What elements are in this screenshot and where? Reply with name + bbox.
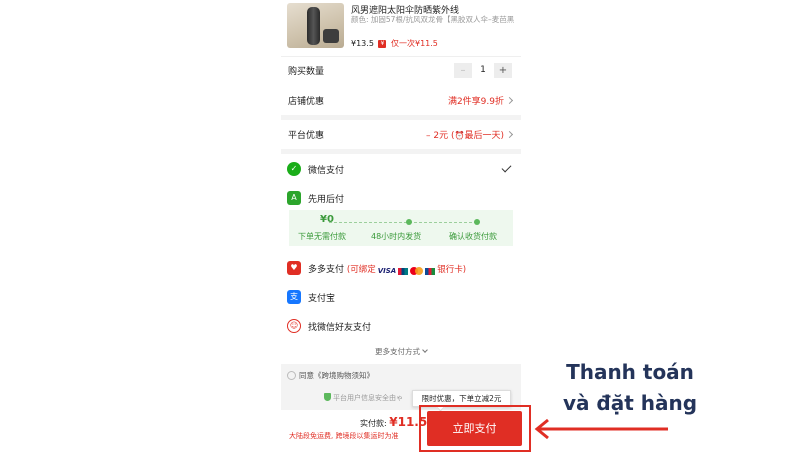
shipping-note: 大陆段免运费, 跨境段以集运时为准 — [289, 432, 399, 440]
pay-later-icon: A — [287, 191, 301, 205]
alipay-icon: 支 — [287, 290, 301, 304]
section-gap — [281, 149, 521, 154]
wechat-pay-icon: ✓ — [287, 162, 301, 176]
pay-later-amount: ¥0 — [320, 214, 334, 225]
chevron-right-icon — [505, 96, 514, 105]
card-brands: VISA — [377, 267, 436, 275]
platform-discount-value: – 2元 (⏰最后一天) — [426, 128, 514, 141]
security-note: 平台用户信息安全由ゃ — [324, 393, 403, 403]
umbrella-image — [307, 7, 320, 45]
bank-card-hint: 银行卡) — [437, 265, 467, 275]
unionpay-icon — [398, 267, 409, 275]
payment-option-label: 先用后付 — [308, 195, 345, 205]
visa-icon: VISA — [377, 267, 397, 275]
store-discount-text: 满2件享9.9折 — [447, 97, 504, 107]
payment-option-alipay[interactable]: 支 支付宝 — [281, 283, 521, 311]
umbrella-case-image — [323, 29, 339, 43]
platform-discount-row[interactable]: 平台优惠 – 2元 (⏰最后一天) — [281, 120, 521, 148]
payment-option-pay-later[interactable]: A 先用后付 — [281, 184, 521, 212]
increase-button[interactable]: + — [494, 62, 512, 78]
agreement[interactable]: 同意《跨境购物须知》 — [287, 370, 374, 381]
payment-option-label: 找微信好友支付 — [308, 323, 372, 333]
quantity-label: 购买数量 — [288, 67, 325, 77]
platform-discount-amount: – 2元 ( — [426, 131, 455, 141]
friends-icon: ☺ — [287, 319, 301, 333]
once-price: 仅一次¥11.5 — [391, 39, 438, 48]
heart-pay-icon: ♥ — [287, 261, 301, 275]
more-payment-label: 更多支付方式 — [375, 347, 420, 356]
more-payment-methods[interactable]: 更多支付方式 — [281, 346, 521, 362]
jcb-icon — [425, 267, 436, 275]
product-price-line: ¥13.5 ¥ 仅一次¥11.5 — [351, 38, 438, 49]
pay-later-timeline: ¥0 下单无需付款 48小时内发货 确认收货付款 — [289, 210, 513, 246]
timeline-step: 确认收货付款 — [449, 232, 497, 241]
product-price: ¥13.5 — [351, 39, 374, 48]
price-tag-icon: ¥ — [378, 39, 387, 48]
product-summary: 风男遮阳太阳伞防晒紫外线 颜色: 加固57根/抗风双龙骨【黑胶双人伞–麦芭黑 ¥… — [281, 0, 521, 56]
payment-option-label: 支付宝 — [308, 294, 336, 304]
payment-option-label: 多多支付 (可绑定 VISA 银行卡) — [308, 262, 466, 275]
product-spec: 颜色: 加固57根/抗风双龙骨【黑胶双人伞–麦芭黑 — [351, 15, 515, 24]
product-thumbnail — [287, 3, 344, 48]
platform-discount-deadline: 最后一天) — [464, 131, 504, 141]
agreement-radio[interactable] — [287, 371, 296, 380]
chevron-right-icon — [505, 130, 514, 139]
chevron-down-icon — [422, 347, 428, 353]
duoduo-label: 多多支付 — [308, 265, 345, 275]
timeline-dot — [474, 219, 480, 225]
platform-discount-label: 平台优惠 — [288, 131, 325, 141]
mastercard-icon — [410, 267, 424, 275]
bind-card-hint: (可绑定 — [346, 265, 376, 275]
total-label: 实付款: — [360, 419, 390, 428]
payment-option-friend[interactable]: ☺ 找微信好友支付 — [281, 312, 521, 340]
pointer-arrow-icon — [534, 418, 668, 440]
timeline-line — [329, 222, 477, 223]
payment-option-wechat[interactable]: ✓ 微信支付 — [281, 155, 521, 183]
timeline-dot — [406, 219, 412, 225]
instruction-caption: Thanh toán và đặt hàng — [560, 357, 700, 419]
store-discount-label: 店铺优惠 — [288, 97, 325, 107]
payment-option-duoduo[interactable]: ♥ 多多支付 (可绑定 VISA 银行卡) — [281, 254, 521, 282]
order-confirm-screen: 风男遮阳太阳伞防晒紫外线 颜色: 加固57根/抗风双龙骨【黑胶双人伞–麦芭黑 ¥… — [281, 0, 521, 457]
security-note-text: 平台用户信息安全由ゃ — [333, 394, 403, 402]
quantity-row: 购买数量 – 1 + — [281, 56, 521, 84]
caption-line-1: Thanh toán — [566, 360, 694, 384]
quantity-value[interactable]: 1 — [472, 63, 494, 78]
payment-option-label: 微信支付 — [308, 166, 345, 176]
caption-line-2: và đặt hàng — [562, 391, 698, 415]
quantity-stepper: – 1 + — [454, 62, 512, 78]
timeline-step: 下单无需付款 — [298, 232, 346, 241]
selected-check-icon — [501, 162, 512, 173]
pay-now-button[interactable]: 立即支付 — [427, 411, 522, 446]
alarm-clock-icon: ⏰ — [454, 131, 465, 140]
timeline-step: 48小时内发货 — [371, 232, 422, 241]
shield-icon — [324, 393, 331, 401]
agreement-label: 同意《跨境购物须知》 — [299, 371, 374, 380]
decrease-button[interactable]: – — [454, 62, 472, 78]
store-discount-value: 满2件享9.9折 — [447, 94, 514, 107]
total-line: 实付款: ¥11.5 — [360, 415, 427, 429]
store-discount-row[interactable]: 店铺优惠 满2件享9.9折 — [281, 86, 521, 114]
